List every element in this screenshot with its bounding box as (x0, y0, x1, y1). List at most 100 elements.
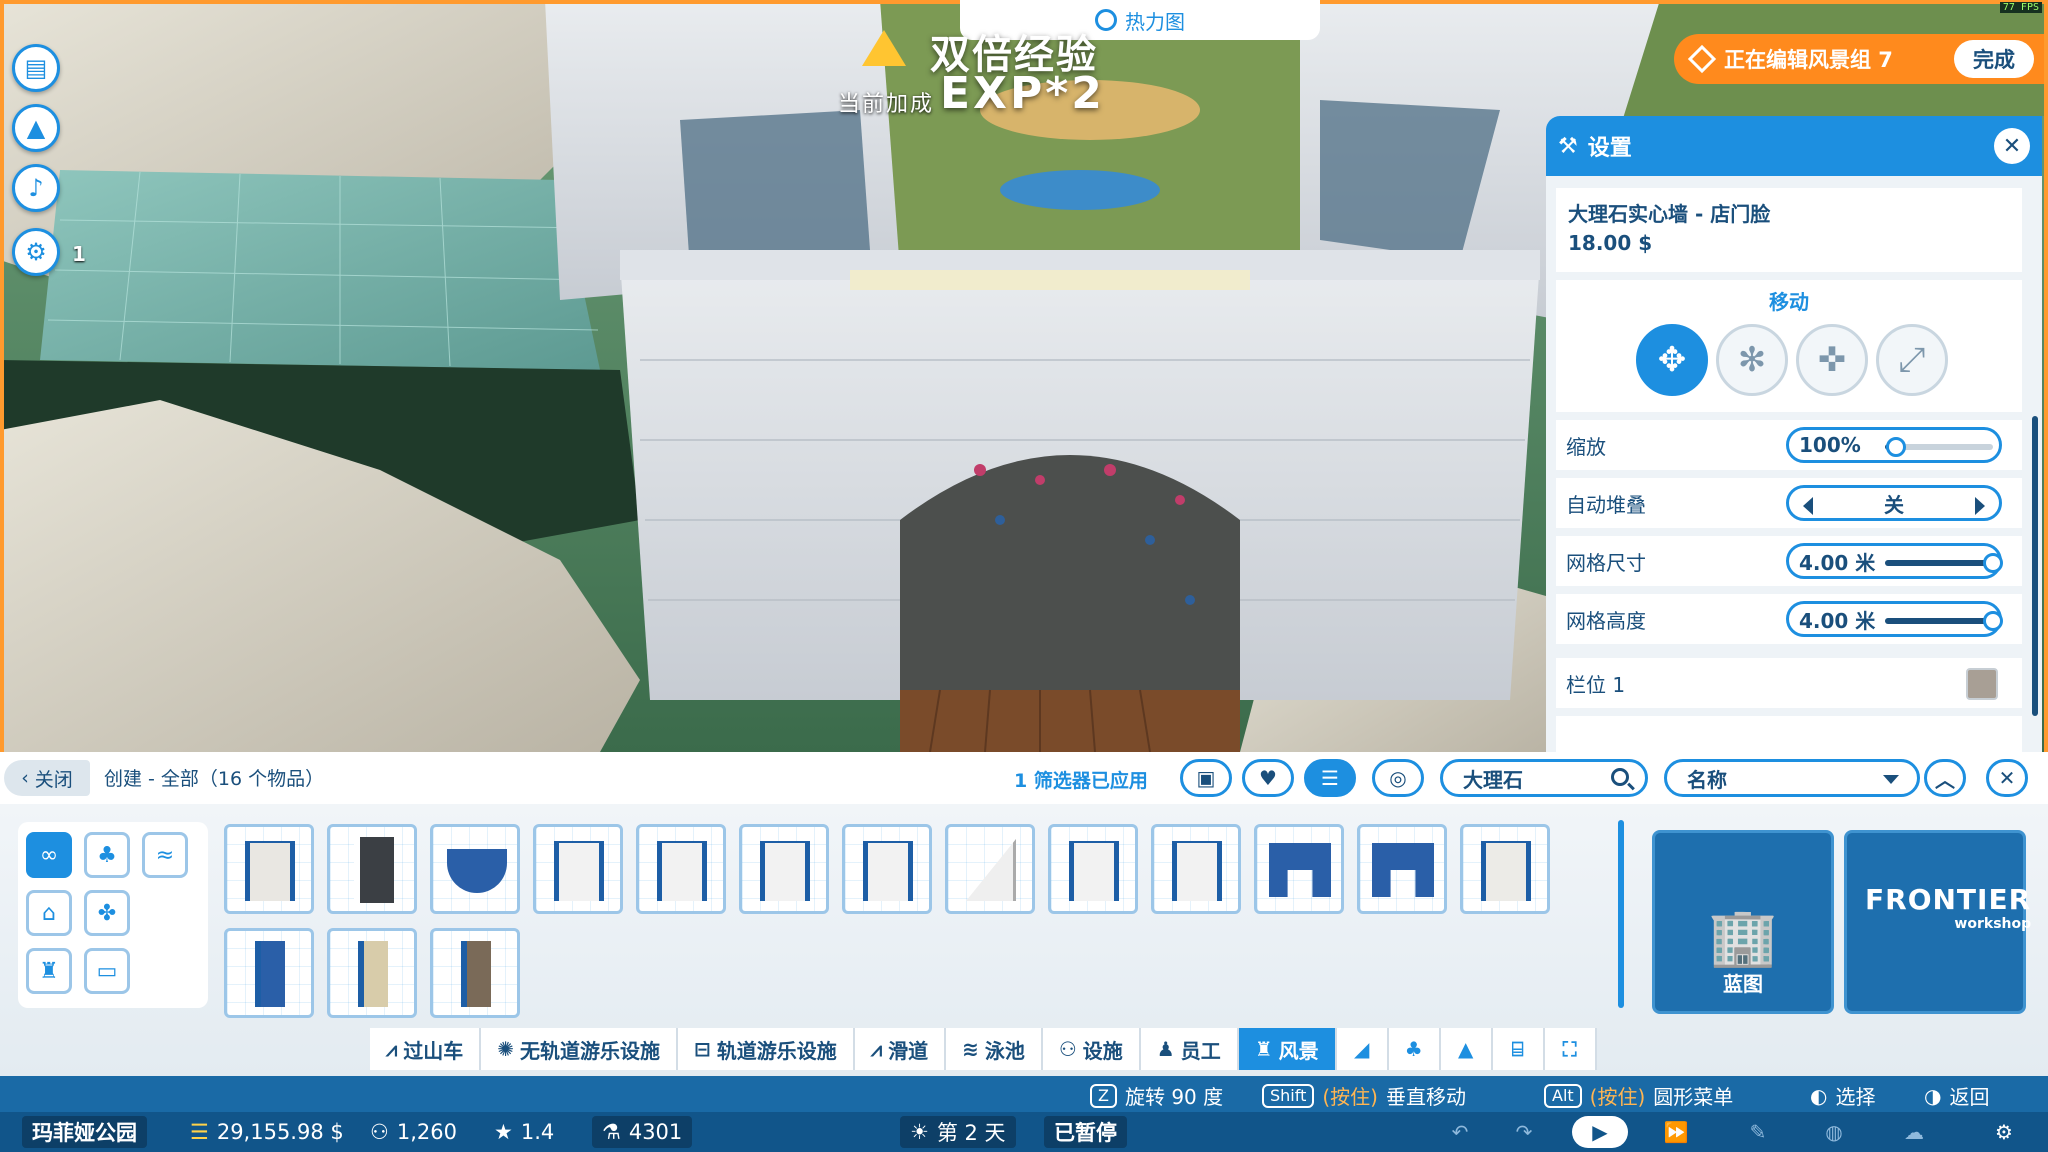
item-tile-window-frame[interactable] (739, 824, 829, 914)
scale-value: 100% (1799, 433, 1861, 457)
search-input[interactable]: 大理石 (1440, 759, 1648, 797)
research-display[interactable]: ⚗ 4301 (592, 1116, 693, 1148)
blueprints-tile[interactable]: 🏢 蓝图 (1652, 830, 1834, 1014)
item-tile-wedge-light[interactable] (224, 824, 314, 914)
cat-signs[interactable]: ▭ (84, 948, 130, 994)
park-management-button[interactable]: ▤ (12, 44, 60, 92)
tab-pieces[interactable]: ◢ (1336, 1028, 1389, 1070)
clear-filters-button[interactable]: ✕ (1986, 759, 2028, 797)
tab-facilities[interactable]: ⚇ 设施 (1042, 1028, 1141, 1070)
next-arrow-icon[interactable] (1975, 497, 1985, 515)
grid-height-slider[interactable]: 4.00 米 (1786, 601, 2003, 637)
filters-applied-link[interactable]: 1 筛选器已应用 (1014, 766, 1148, 793)
slot-color-swatch[interactable] (1966, 668, 1998, 700)
item-tile-frame[interactable] (533, 824, 623, 914)
item-tile-ramp[interactable] (945, 824, 1035, 914)
grid-size-label: 网格尺寸 (1566, 550, 1646, 575)
item-tile-post-pair[interactable] (1048, 824, 1138, 914)
item-tile-arch-small[interactable] (842, 824, 932, 914)
item-tile-pillar-brown[interactable] (430, 928, 520, 1018)
play-button[interactable]: ▶ (1572, 1116, 1628, 1148)
arch-blue-icon (1269, 843, 1331, 897)
guest-count[interactable]: ⚇ 1,260 (360, 1116, 467, 1148)
tab-flumes[interactable]: ⩘ 滑道 (854, 1028, 947, 1070)
notifications-button[interactable]: ♪ (12, 164, 60, 212)
park-globe-button[interactable]: ◍ (1806, 1116, 1862, 1148)
park-rating[interactable]: ★ 1.4 (484, 1116, 564, 1148)
settings-button[interactable]: ⚙ (1976, 1116, 2032, 1148)
move-arrows-button[interactable]: ✥ (1636, 324, 1708, 396)
done-button[interactable]: 完成 (1954, 40, 2034, 78)
prev-arrow-icon[interactable] (1803, 497, 1813, 515)
grid-height-label: 网格高度 (1566, 608, 1646, 633)
auto-stack-selector[interactable]: 关 (1786, 485, 2002, 521)
weather-button[interactable]: ☁ (1886, 1116, 1942, 1148)
money-display[interactable]: ☰ 29,155.98 $ (180, 1116, 354, 1148)
camera-button[interactable]: ✎ (1730, 1116, 1786, 1148)
tab-paths[interactable]: ⌸ (1492, 1028, 1545, 1070)
scale-slider[interactable]: 100% (1786, 427, 2002, 463)
cat-effects[interactable]: ✤ (84, 890, 130, 936)
sort-dropdown[interactable]: 名称 (1664, 759, 1920, 797)
tab-terrain[interactable]: ▲ (1440, 1028, 1493, 1070)
fast-forward-button[interactable]: ⏩ (1648, 1116, 1704, 1148)
game-viewport[interactable]: 77 FPS ▤ ▲ ♪ ⚙ 1 热力图 双倍经验 当前加成 EXP*2 正在编… (0, 0, 2048, 752)
item-tile-block-dark[interactable] (327, 824, 417, 914)
item-tile-pillar-beige[interactable] (327, 928, 417, 1018)
gizmo-icon: ✜ (1817, 340, 1847, 380)
favorites-filter-button[interactable]: ♥ (1242, 759, 1294, 797)
park-name[interactable]: 玛菲娅公园 (22, 1116, 147, 1148)
tab-staff[interactable]: ♟ 员工 (1140, 1028, 1239, 1070)
tab-coasters[interactable]: ⩘ 过山车 (370, 1028, 482, 1070)
search-icon (1611, 768, 1629, 786)
settings-close-button[interactable]: ✕ (1994, 128, 2030, 164)
workshop-tile[interactable]: FRONTIER workshop (1844, 830, 2031, 1014)
tab-nature[interactable]: ♣ (1388, 1028, 1441, 1070)
arch-small-icon (863, 841, 913, 901)
item-tile-arch-frame[interactable] (636, 824, 726, 914)
tab-zones[interactable]: ⛶ (1544, 1028, 1597, 1070)
coins-icon: ☰ (190, 1120, 209, 1144)
item-tile-pillar-blue[interactable] (224, 928, 314, 1018)
settings-scrollbar[interactable] (2032, 416, 2038, 716)
cat-all[interactable]: ∞ (26, 832, 72, 878)
tab-scenery[interactable]: ♜ 风景 (1238, 1028, 1337, 1070)
tab-track-rides[interactable]: ⊟ 轨道游乐设施 (678, 1028, 855, 1070)
scenery-icon: ♜ (1254, 1037, 1273, 1061)
close-browser-button[interactable]: ‹ 关闭 (4, 760, 90, 796)
gizmo-move-button[interactable]: ✜ (1796, 324, 1868, 396)
owned-filter-button[interactable]: ▣ (1180, 759, 1232, 797)
auto-stack-value: 关 (1884, 492, 1904, 517)
cat-walls[interactable]: ♜ (26, 948, 72, 994)
cat-water[interactable]: ≈ (142, 832, 188, 878)
item-price: 18.00 $ (1568, 231, 1653, 255)
tab-flat-rides[interactable]: ✺ 无轨道游乐设施 (481, 1028, 679, 1070)
sort-direction-button[interactable]: ︿ (1924, 759, 1966, 797)
item-tile-arch-blue-2[interactable] (1357, 824, 1447, 914)
redo-button[interactable]: ↷ (1496, 1116, 1552, 1148)
paused-indicator: 已暂停 (1044, 1116, 1127, 1148)
redo-icon: ↷ (1515, 1120, 1533, 1144)
item-tile-arch-blue[interactable] (1254, 824, 1344, 914)
undo-button[interactable]: ↶ (1432, 1116, 1488, 1148)
cat-buildings[interactable]: ⌂ (26, 890, 72, 936)
terrain-button[interactable]: ▲ (12, 104, 60, 152)
resize-button[interactable]: ⤢ (1876, 324, 1948, 396)
alerts-button[interactable]: ⚙ (12, 228, 60, 276)
sort-value: 名称 (1687, 767, 1727, 792)
mountain-plus-icon: ▲ (26, 114, 46, 142)
select-hint: 选择 (1835, 1085, 1876, 1109)
z-key: Z (1090, 1083, 1117, 1108)
filter-settings-button[interactable]: ☰ (1304, 759, 1356, 797)
grid-size-slider[interactable]: 4.00 米 (1786, 543, 2003, 579)
snowflake-move-button[interactable]: ✻ (1716, 324, 1788, 396)
hold-hint-2: (按住) (1589, 1085, 1646, 1109)
item-tile-curve-blue[interactable] (430, 824, 520, 914)
item-tile-corner[interactable] (1151, 824, 1241, 914)
cat-trees[interactable]: ♣ (84, 832, 130, 878)
tab-pools[interactable]: ≋ 泳池 (946, 1028, 1043, 1070)
theme-filter-button[interactable]: ◎ (1372, 759, 1424, 797)
pieces-icon: ◢ (1353, 1037, 1370, 1061)
browser-scrollbar[interactable] (1618, 820, 1624, 1008)
item-tile-panel-light[interactable] (1460, 824, 1550, 914)
